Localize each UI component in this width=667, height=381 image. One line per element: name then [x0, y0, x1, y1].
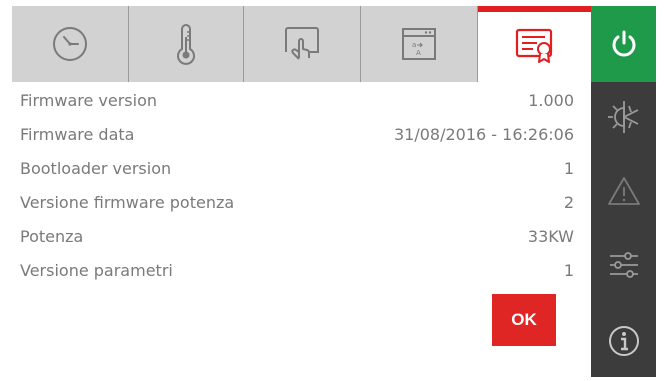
info-row-power-firmware-version: Versione firmware potenza 2 — [12, 186, 591, 220]
row-label: Versione parametri — [20, 261, 173, 280]
touch-hand-icon — [285, 27, 319, 60]
power-button[interactable] — [591, 6, 656, 82]
row-label: Versione firmware potenza — [20, 193, 235, 212]
info-row-parameters-version: Versione parametri 1 — [12, 254, 591, 288]
warning-icon — [607, 177, 640, 205]
row-value: 1.000 — [528, 91, 574, 110]
tab-info[interactable] — [478, 6, 591, 82]
mode-button[interactable] — [591, 82, 656, 152]
row-label: Potenza — [20, 227, 84, 246]
svg-text:a: a — [412, 41, 416, 49]
info-row-bootloader-version: Bootloader version 1 — [12, 152, 591, 186]
row-label: Bootloader version — [20, 159, 172, 178]
sun-snowflake-icon — [607, 101, 638, 133]
sidebar — [591, 6, 656, 377]
window-text-icon: a A — [402, 28, 436, 60]
tab-clock[interactable] — [12, 6, 129, 82]
row-label: Firmware version — [20, 91, 158, 110]
info-button[interactable] — [591, 306, 656, 376]
row-label: Firmware data — [20, 125, 135, 144]
row-value: 31/08/2016 - 16:26:06 — [393, 125, 574, 144]
row-value: 2 — [563, 193, 574, 212]
thermometer-icon — [177, 24, 195, 65]
row-value: 33KW — [527, 227, 574, 246]
info-row-firmware-data: Firmware data 31/08/2016 - 16:26:06 — [12, 118, 591, 152]
settings-button[interactable] — [591, 230, 656, 300]
certificate-icon — [515, 28, 552, 63]
info-row-power: Potenza 33KW — [12, 220, 591, 254]
clock-icon — [53, 27, 87, 61]
alarm-button[interactable] — [591, 156, 656, 226]
svg-text:A: A — [416, 49, 421, 57]
device-screen: a A Firmware version 1.000 Firmware data… — [12, 6, 656, 377]
row-value: 1 — [563, 159, 574, 178]
tab-display[interactable]: a A — [361, 6, 478, 82]
info-icon — [608, 326, 639, 356]
row-value: 1 — [563, 261, 574, 280]
sliders-icon — [609, 252, 638, 278]
tab-touch[interactable] — [244, 6, 361, 82]
info-row-firmware-version: Firmware version 1.000 — [12, 84, 591, 118]
tab-bar: a A — [12, 6, 591, 82]
ok-button[interactable]: OK — [492, 294, 556, 346]
power-icon — [612, 30, 635, 57]
tab-temperature[interactable] — [129, 6, 244, 82]
